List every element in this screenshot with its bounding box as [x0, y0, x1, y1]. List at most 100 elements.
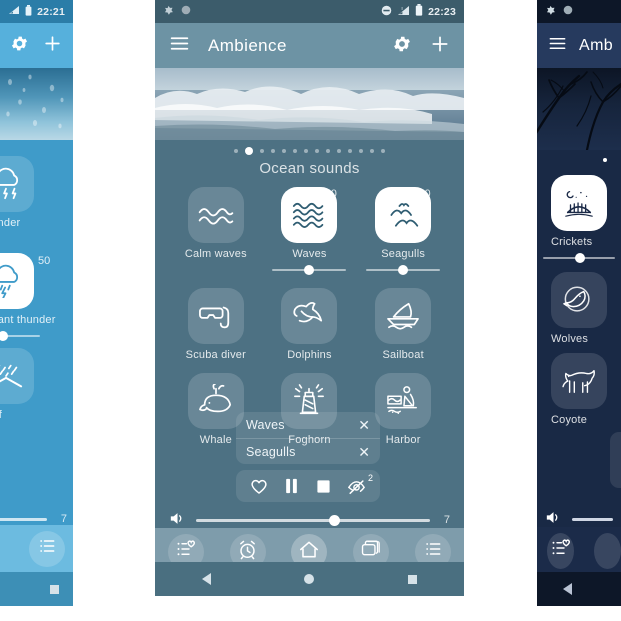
close-icon[interactable]: ✕	[358, 418, 370, 432]
sound-volume-slider[interactable]	[0, 330, 40, 342]
page-dot[interactable]	[348, 149, 352, 153]
sound-tile[interactable]	[187, 288, 244, 344]
page-dot[interactable]	[282, 149, 286, 153]
sound-label: Harbor	[385, 434, 421, 446]
master-volume-track[interactable]	[0, 517, 47, 521]
page-dot[interactable]	[381, 149, 385, 153]
slider-knob[interactable]	[575, 253, 585, 263]
android-nav-bar-right[interactable]	[537, 572, 621, 606]
master-volume-track[interactable]	[196, 514, 430, 526]
slider-knob[interactable]	[0, 331, 8, 341]
sound-label: Calm waves	[184, 248, 247, 260]
cloud-lightning-icon	[0, 167, 25, 201]
plus-icon[interactable]	[43, 34, 62, 57]
tab-all-sounds[interactable]	[29, 530, 65, 567]
category-hero-image-left	[0, 68, 73, 140]
pause-icon[interactable]	[284, 478, 299, 494]
sound-volume-slider[interactable]	[543, 252, 615, 264]
tab-timer[interactable]	[594, 532, 621, 569]
sound-cell[interactable]: Thunder	[0, 156, 73, 247]
android-nav-bar-left[interactable]	[0, 572, 73, 606]
tab-bar-right[interactable]	[537, 527, 621, 574]
phone-screenshot-right: Amb Crickets Wolves Coyote	[537, 0, 621, 606]
app-badge-icon	[545, 5, 556, 19]
page-dot[interactable]	[293, 149, 297, 153]
sound-tile[interactable]	[375, 288, 432, 344]
slider-knob[interactable]	[398, 265, 409, 275]
page-indicator-dots[interactable]	[155, 144, 464, 158]
status-bar-center: ! 22:23	[155, 0, 464, 23]
page-indicator-dots-right[interactable]	[537, 153, 621, 167]
sound-tile[interactable]	[0, 156, 34, 212]
sound-cell-seagulls[interactable]: 50 Seagulls	[356, 187, 450, 278]
sound-label: Coyote	[551, 414, 588, 426]
recents-square-icon[interactable]	[408, 574, 418, 584]
gear-icon[interactable]	[392, 34, 412, 58]
sound-cell-sailboat[interactable]: Sailboat	[356, 288, 450, 363]
speaker-icon[interactable]	[169, 511, 186, 530]
gear-icon[interactable]	[10, 34, 29, 57]
sound-volume-slider[interactable]	[272, 264, 347, 276]
tab-bar-left[interactable]	[0, 525, 73, 572]
android-nav-bar-center[interactable]	[155, 562, 464, 596]
master-volume-track[interactable]	[572, 517, 613, 521]
alarm-clock-icon	[237, 539, 258, 565]
calm-waves-icon	[196, 200, 236, 230]
speaker-icon[interactable]	[545, 510, 562, 529]
playlist-item[interactable]: Seagulls ✕	[236, 438, 380, 464]
recents-square-icon[interactable]	[50, 584, 59, 594]
sound-cell-calm-waves[interactable]: Calm waves	[169, 187, 263, 278]
sound-cell-wolves[interactable]: Wolves	[551, 272, 621, 347]
sound-tile[interactable]	[375, 373, 432, 429]
sound-tile[interactable]	[281, 288, 338, 344]
harbor-icon	[384, 385, 422, 417]
page-dot[interactable]	[359, 149, 363, 153]
dolphin-icon	[290, 300, 328, 332]
slider-knob[interactable]	[304, 265, 315, 275]
home-circle-icon[interactable]	[304, 574, 315, 584]
app-badge-icon	[163, 5, 174, 19]
page-dot[interactable]	[326, 149, 330, 153]
page-dot[interactable]	[234, 149, 238, 153]
sound-tile[interactable]	[187, 187, 244, 243]
eye-off-icon[interactable]	[347, 478, 366, 495]
sound-tile[interactable]	[551, 353, 607, 409]
page-dot[interactable]	[337, 149, 341, 153]
tab-favorites[interactable]	[547, 532, 574, 569]
stop-icon[interactable]	[316, 479, 331, 494]
sound-cell-crickets[interactable]: Crickets	[543, 175, 621, 266]
close-icon[interactable]: ✕	[358, 445, 370, 459]
page-dot[interactable]	[260, 149, 264, 153]
sound-tile[interactable]	[551, 272, 607, 328]
heart-icon[interactable]	[250, 478, 268, 495]
page-dot[interactable]	[271, 149, 275, 153]
sound-cell-scuba-diver[interactable]: Scuba diver	[169, 288, 263, 363]
page-dot-active[interactable]	[603, 158, 607, 162]
playlist-item[interactable]: Waves ✕	[236, 412, 380, 438]
sound-tile[interactable]	[0, 253, 34, 309]
back-triangle-icon[interactable]	[201, 573, 211, 585]
plus-icon[interactable]	[430, 34, 450, 58]
page-dot[interactable]	[304, 149, 308, 153]
sound-cell[interactable]: Roof	[0, 348, 73, 423]
sound-cell-dolphins[interactable]: Dolphins	[263, 288, 357, 363]
scuba-mask-icon	[197, 299, 235, 333]
back-triangle-icon[interactable]	[563, 583, 572, 595]
sound-tile[interactable]	[0, 348, 34, 404]
sound-cell[interactable]: 50 Distant thunder	[0, 253, 73, 344]
playlist-heart-icon	[550, 538, 571, 563]
playlist-item-label: Waves	[246, 418, 285, 432]
hamburger-menu-icon[interactable]	[169, 33, 190, 58]
master-volume-knob[interactable]	[329, 514, 341, 526]
sound-cell-waves[interactable]: 50 Waves	[263, 187, 357, 278]
sound-volume-slider[interactable]	[366, 264, 441, 276]
sound-label: Scuba diver	[185, 349, 246, 361]
page-dot[interactable]	[315, 149, 319, 153]
waves-icon	[289, 198, 329, 232]
hamburger-menu-icon[interactable]	[548, 34, 567, 57]
page-dot-active[interactable]	[245, 147, 253, 155]
sound-tile[interactable]	[551, 175, 607, 231]
page-dot[interactable]	[370, 149, 374, 153]
app-bar-left	[0, 23, 73, 68]
sound-cell-coyote[interactable]: Coyote	[551, 353, 621, 428]
